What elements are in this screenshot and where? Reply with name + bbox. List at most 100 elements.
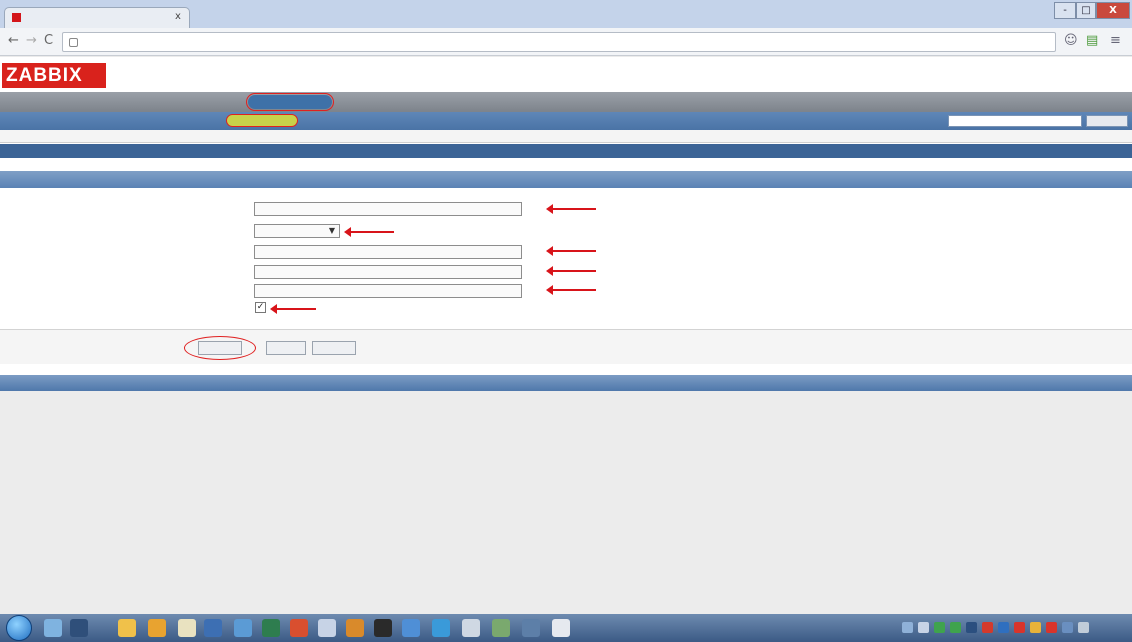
address-bar[interactable] [62,32,1056,52]
cancel-button[interactable] [312,341,356,355]
chevron-down-icon: ▼ [328,226,335,235]
header-links[interactable] [892,75,1128,86]
taskbar-app-icon[interactable] [318,619,336,637]
minimize-button[interactable]: - [1054,2,1076,19]
maximize-button[interactable]: □ [1076,2,1096,19]
tray-icon[interactable] [934,622,945,633]
form-buttons [0,330,1132,364]
sub-menu-item[interactable] [6,114,40,127]
close-window-button[interactable]: X [1096,2,1130,19]
tray-icon[interactable] [982,622,993,633]
taskbar-app-icon[interactable] [522,619,540,637]
tray-icon[interactable] [918,622,929,633]
type-label [150,224,248,236]
zabbix-page: ZABBIX ▼ ✓ [0,57,1132,614]
main-menu-right[interactable] [1092,95,1128,109]
tray-icon[interactable] [1030,622,1041,633]
page-info-icon[interactable] [69,38,78,47]
annotation-text [320,302,810,314]
smtp-helo-label [150,265,248,277]
taskbar-app-icon[interactable] [178,619,196,637]
page-title [6,145,326,157]
tray-icon[interactable] [966,622,977,633]
smtp-email-label [150,284,248,296]
taskbar-app-icon[interactable] [234,619,252,637]
enabled-checkbox[interactable]: ✓ [255,302,266,313]
address-text [85,37,645,48]
tray-icon[interactable] [902,622,913,633]
taskbar-app-icon[interactable] [262,619,280,637]
taskbar-app-icon[interactable] [204,619,222,637]
sub-menu-item[interactable] [78,114,142,127]
annotation-arrow [546,266,596,276]
taskbar-app-icon[interactable] [148,619,166,637]
save-button[interactable] [198,341,242,355]
taskbar-clock[interactable] [1100,622,1130,634]
annotation-arrow [344,227,394,237]
browser-menu-icon[interactable]: ≡ [1110,34,1121,48]
page-footer [0,375,1132,391]
forward-arrow-icon[interactable]: → [26,34,37,48]
extension-icon-2[interactable]: ▤ [1086,34,1098,48]
history-links[interactable] [6,131,726,141]
search-button[interactable] [1086,115,1128,127]
zabbix-favicon-icon [12,13,21,22]
taskbar-app-icon[interactable] [290,619,308,637]
taskbar-app-icon[interactable] [118,619,136,637]
main-menu-item[interactable] [126,95,172,109]
annotation-text [600,202,950,214]
sub-menu-item[interactable] [426,114,496,127]
taskbar-app-icon[interactable] [462,619,480,637]
tab-close-icon[interactable]: x [175,11,181,23]
main-menu-item[interactable] [68,95,122,109]
smtp-server-label [150,245,248,257]
type-select[interactable]: ▼ [254,224,340,238]
tray-icon[interactable] [950,622,961,633]
smtp-server-input[interactable] [254,245,522,259]
sub-menu-item[interactable] [388,114,416,127]
form-title [8,173,88,186]
footer-right [1010,377,1128,389]
delete-button[interactable] [266,341,306,355]
back-arrow-icon[interactable]: ← [8,34,19,48]
page-title-bar [0,144,1132,158]
annotation-arrow [546,285,596,295]
tray-icon[interactable] [1014,622,1025,633]
smtp-email-input[interactable] [254,284,522,298]
main-menu-item[interactable] [176,95,244,109]
taskbar-app-icon[interactable] [402,619,420,637]
form-title-bar [0,171,1132,188]
sub-menu-item[interactable] [46,114,72,127]
extension-icon[interactable]: ☺ [1064,34,1078,48]
tray-icon[interactable] [1062,622,1073,633]
taskbar-app-icon[interactable] [374,619,392,637]
reload-icon[interactable]: C [44,34,53,48]
browser-tab[interactable]: x [4,7,190,28]
main-menu-item[interactable] [6,95,64,109]
sub-menu-item[interactable] [350,114,382,127]
taskbar-app-icon[interactable] [552,619,570,637]
start-button[interactable] [6,615,32,641]
main-menu-item-active[interactable] [246,93,334,111]
taskbar-app-icon[interactable] [70,619,88,637]
tray-icon[interactable] [998,622,1009,633]
media-type-form: ▼ ✓ [0,188,1132,330]
sub-menu [0,112,1132,130]
description-input[interactable] [254,202,522,216]
taskbar-app-icon[interactable] [346,619,364,637]
sub-menu-item[interactable] [502,114,554,127]
taskbar-app-icon[interactable] [432,619,450,637]
taskbar-app-icon[interactable] [492,619,510,637]
tray-icon[interactable] [1078,622,1089,633]
sub-menu-item-active[interactable] [226,114,298,127]
annotation-text [600,264,720,276]
search-input[interactable] [948,115,1082,127]
zabbix-logo[interactable]: ZABBIX [2,63,106,88]
taskbar [0,614,1132,642]
sub-menu-item[interactable] [148,114,182,127]
sub-menu-item[interactable] [304,114,342,127]
smtp-helo-input[interactable] [254,265,522,279]
browser-tabstrip: x - □ X [0,0,1132,28]
tray-icon[interactable] [1046,622,1057,633]
taskbar-app-icon[interactable] [44,619,62,637]
